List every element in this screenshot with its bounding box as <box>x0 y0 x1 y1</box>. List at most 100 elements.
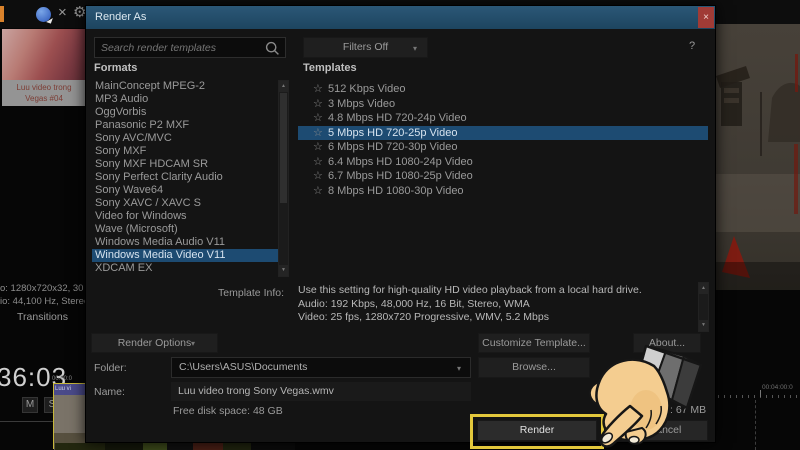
format-item[interactable]: Windows Media Audio V11 <box>92 236 278 249</box>
star-icon[interactable]: ☆ <box>313 97 328 112</box>
template-item-label: 512 Kbps Video <box>328 83 405 95</box>
template-info-label: Template Info: <box>186 287 284 299</box>
info-line: Audio: 192 Kbps, 48,000 Hz, 16 Bit, Ster… <box>298 298 702 312</box>
template-item-label: 4.8 Mbps HD 720-24p Video <box>328 112 467 124</box>
star-icon[interactable]: ☆ <box>313 155 328 170</box>
format-item[interactable]: Wave (Microsoft) <box>92 223 278 236</box>
render-options-button[interactable]: Render Options ▾ <box>91 333 218 353</box>
ruler-timecode: 00:04:00:0 <box>762 384 793 391</box>
template-item-label: 8 Mbps HD 1080-30p Video <box>328 185 464 197</box>
format-item[interactable]: Panasonic P2 MXF <box>92 119 278 132</box>
template-item-label: 6.4 Mbps HD 1080-24p Video <box>328 156 473 168</box>
template-item[interactable]: ☆4.8 Mbps HD 720-24p Video <box>298 111 708 126</box>
chevron-down-icon: ▾ <box>457 359 461 378</box>
format-item[interactable]: MP3 Audio <box>92 93 278 106</box>
format-item[interactable]: MainConcept MPEG-2 <box>92 80 278 93</box>
video-preview <box>716 24 800 290</box>
format-item-selected[interactable]: Windows Media Video V11 <box>92 249 278 262</box>
search-icon <box>265 41 280 56</box>
star-icon[interactable]: ☆ <box>313 111 328 126</box>
clip-thumbnail <box>54 395 85 450</box>
format-item[interactable]: Sony AVC/MVC <box>92 132 278 145</box>
search-input[interactable] <box>94 37 286 58</box>
star-icon[interactable]: ☆ <box>313 169 328 184</box>
template-item[interactable]: ☆6 Mbps HD 720-30p Video <box>298 140 708 155</box>
star-icon[interactable]: ☆ <box>313 82 328 97</box>
close-dialog-button[interactable]: × <box>698 7 714 28</box>
playhead-dashed-line <box>755 400 756 450</box>
template-item[interactable]: ☆3 Mbps Video <box>298 97 708 112</box>
scroll-down-icon[interactable]: ▼ <box>699 320 708 331</box>
scroll-up-icon[interactable]: ▲ <box>279 81 288 92</box>
template-item[interactable]: ☆6.7 Mbps HD 1080-25p Video <box>298 169 708 184</box>
mute-button[interactable]: M <box>22 397 38 413</box>
star-icon[interactable]: ☆ <box>313 140 328 155</box>
render-highlight-box <box>470 414 604 449</box>
info-line: Use this setting for high-quality HD vid… <box>298 284 702 298</box>
timeline-ruler-ticks[interactable] <box>712 395 800 398</box>
format-item[interactable]: Sony Perfect Clarity Audio <box>92 171 278 184</box>
template-item-label: 6.7 Mbps HD 1080-25p Video <box>328 170 473 182</box>
project-media-thumbnail[interactable] <box>2 29 86 80</box>
transitions-tab[interactable]: Transitions <box>0 311 85 323</box>
format-item[interactable]: Sony MXF <box>92 145 278 158</box>
template-item-label: 3 Mbps Video <box>328 98 395 110</box>
filters-button[interactable]: Filters Off ▾ <box>303 37 428 58</box>
folder-combobox[interactable]: C:\Users\ASUS\Documents ▾ <box>171 357 471 378</box>
scroll-up-icon[interactable]: ▲ <box>699 283 708 294</box>
audio-props-text: io: 44,100 Hz, Stereo <box>0 296 85 307</box>
chevron-down-icon: ▾ <box>191 335 195 353</box>
format-item[interactable]: Sony Wave64 <box>92 184 278 197</box>
folder-value: C:\Users\ASUS\Documents <box>179 361 307 373</box>
chevron-down-icon: ▾ <box>413 39 417 58</box>
dialog-title: Render As <box>95 11 146 23</box>
network-icon[interactable] <box>36 7 51 22</box>
caption-line2: Vegas #04 <box>2 93 86 104</box>
timeline-clip[interactable]: Luu vi <box>53 383 86 449</box>
name-label: Name: <box>94 386 125 398</box>
pointing-hand-cursor <box>588 340 720 450</box>
folder-label: Folder: <box>94 362 127 374</box>
free-disk-space: Free disk space: 48 GB <box>173 405 283 417</box>
template-item[interactable]: ☆6.4 Mbps HD 1080-24p Video <box>298 155 708 170</box>
info-scrollbar[interactable]: ▲ ▼ <box>698 282 709 332</box>
templates-list: ☆512 Kbps Video ☆3 Mbps Video ☆4.8 Mbps … <box>298 82 708 277</box>
info-line: Video: 25 fps, 1280x720 Progressive, WMV… <box>298 311 702 325</box>
help-icon[interactable]: ? <box>689 40 695 52</box>
templates-header: Templates <box>303 62 357 74</box>
scrollbar-thumb[interactable] <box>280 93 287 203</box>
template-info-box: Use this setting for high-quality HD vid… <box>292 282 702 332</box>
dialog-titlebar[interactable]: Render As <box>86 6 715 29</box>
template-item-label: 6 Mbps HD 720-30p Video <box>328 141 457 153</box>
close-tool-icon[interactable]: × <box>58 5 67 20</box>
template-item[interactable]: ☆512 Kbps Video <box>298 82 708 97</box>
template-item-selected[interactable]: ☆5 Mbps HD 720-25p Video <box>298 126 708 141</box>
clip-label: Luu vi <box>54 384 85 395</box>
template-item-label: 5 Mbps HD 720-25p Video <box>328 127 457 139</box>
template-item[interactable]: ☆8 Mbps HD 1080-30p Video <box>298 184 708 199</box>
timeline-mini-ruler: 00:00:0 <box>52 376 72 382</box>
preview-painting <box>716 24 800 290</box>
formats-scrollbar[interactable]: ▲ ▼ <box>278 80 289 277</box>
format-item[interactable]: OggVorbis <box>92 106 278 119</box>
render-options-label: Render Options <box>118 337 192 349</box>
filters-button-label: Filters Off <box>343 41 388 53</box>
star-icon[interactable]: ☆ <box>313 126 328 141</box>
scroll-down-icon[interactable]: ▼ <box>279 265 288 276</box>
timeline-filmstrip[interactable] <box>55 443 295 450</box>
browse-button[interactable]: Browse... <box>478 357 590 378</box>
formats-header: Formats <box>94 62 137 74</box>
format-item[interactable]: XDCAM EX <box>92 262 278 275</box>
formats-list: MainConcept MPEG-2 MP3 Audio OggVorbis P… <box>92 80 278 277</box>
star-icon[interactable]: ☆ <box>313 184 328 199</box>
format-item[interactable]: Sony XAVC / XAVC S <box>92 197 278 210</box>
project-media-caption: Luu video trong Vegas #04 <box>2 80 86 106</box>
caption-line1: Luu video trong <box>2 82 86 93</box>
name-field[interactable]: Luu video trong Sony Vegas.wmv <box>171 382 471 401</box>
ruler-tick <box>760 390 761 397</box>
app-screen: × ⚙ Luu video trong Vegas #04 o: 1280x72… <box>0 0 800 450</box>
format-item[interactable]: Sony MXF HDCAM SR <box>92 158 278 171</box>
format-item[interactable]: Video for Windows <box>92 210 278 223</box>
toolbar-orange-icon[interactable] <box>0 6 4 22</box>
customize-template-button[interactable]: Customize Template... <box>478 333 590 353</box>
